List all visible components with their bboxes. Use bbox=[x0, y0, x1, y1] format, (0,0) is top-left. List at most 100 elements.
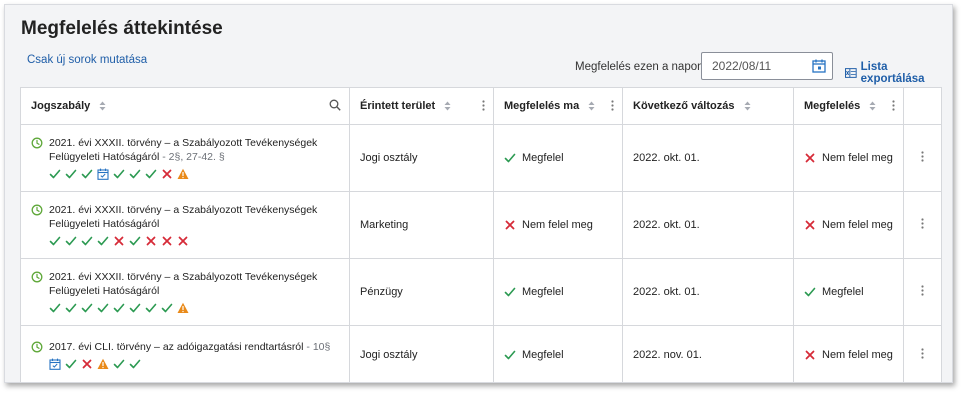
status-history bbox=[49, 168, 339, 180]
cross-icon bbox=[805, 153, 815, 163]
date-input[interactable] bbox=[712, 59, 802, 73]
date-filter-field[interactable] bbox=[701, 52, 833, 80]
search-icon[interactable] bbox=[329, 99, 341, 111]
row-menu-icon[interactable] bbox=[921, 151, 924, 162]
check-icon bbox=[97, 236, 109, 246]
row-menu-icon[interactable] bbox=[921, 348, 924, 359]
calendar-icon[interactable] bbox=[812, 59, 826, 73]
check-icon bbox=[504, 350, 516, 360]
cross-icon bbox=[162, 169, 172, 179]
compliance-today-cell: Megfelel bbox=[493, 124, 623, 192]
table-row[interactable]: 2021. évi XXXII. törvény – a Szabályozot… bbox=[20, 191, 942, 259]
check-icon bbox=[65, 359, 77, 369]
column-header-compliance[interactable]: Megfelelés bbox=[793, 87, 904, 125]
status-history bbox=[49, 302, 339, 314]
law-title[interactable]: 2017. évi CLI. törvény – az adóigazgatás… bbox=[49, 341, 303, 353]
clock-icon bbox=[31, 271, 43, 283]
check-icon bbox=[49, 169, 61, 179]
compliance-status: Nem felel meg bbox=[804, 219, 893, 231]
sort-icon[interactable] bbox=[869, 101, 876, 111]
calendar-icon bbox=[49, 358, 61, 370]
sort-icon[interactable] bbox=[744, 101, 751, 111]
compliance-today-cell: Megfelel bbox=[493, 258, 623, 326]
law-cell: 2021. évi XXXII. törvény – a Szabályozot… bbox=[20, 258, 350, 326]
compliance-status-label: Megfelel bbox=[522, 349, 564, 361]
compliance-today-cell: Nem felel meg bbox=[493, 191, 623, 259]
date-filter-label: Megfelelés ezen a napon: bbox=[575, 61, 707, 73]
column-menu-icon[interactable] bbox=[892, 100, 895, 111]
check-icon bbox=[129, 236, 141, 246]
check-icon bbox=[129, 359, 141, 369]
compliance-cell: Nem felel meg bbox=[793, 124, 904, 192]
check-icon bbox=[161, 303, 173, 313]
cross-icon bbox=[805, 350, 815, 360]
cross-icon bbox=[805, 220, 815, 230]
check-icon bbox=[49, 303, 61, 313]
row-menu-icon[interactable] bbox=[921, 218, 924, 229]
check-icon bbox=[129, 303, 141, 313]
check-icon bbox=[65, 169, 77, 179]
table-row[interactable]: 2021. évi XXXII. törvény – a Szabályozot… bbox=[20, 258, 942, 326]
column-menu-icon[interactable] bbox=[482, 100, 485, 111]
area-cell: Pénzügy bbox=[349, 258, 494, 326]
check-icon bbox=[81, 236, 93, 246]
table-row[interactable]: 2021. évi XXXII. törvény – a Szabályozot… bbox=[20, 124, 942, 192]
clock-icon bbox=[31, 204, 43, 216]
compliance-status-label: Nem felel meg bbox=[822, 219, 893, 231]
column-header-area[interactable]: Érintett terület bbox=[349, 87, 494, 125]
compliance-table: Jogszabály Érintett terület Megfelelés m… bbox=[20, 87, 942, 382]
check-icon bbox=[129, 169, 141, 179]
next-change-cell: 2022. okt. 01. bbox=[622, 258, 794, 326]
check-icon bbox=[49, 236, 61, 246]
column-header-next-change[interactable]: Következő változás bbox=[622, 87, 794, 125]
compliance-status: Megfelel bbox=[804, 286, 893, 298]
check-icon bbox=[65, 303, 77, 313]
compliance-status-label: Megfelel bbox=[822, 286, 864, 298]
law-section: - 10§ bbox=[303, 341, 331, 353]
row-menu-icon[interactable] bbox=[921, 285, 924, 296]
table-row[interactable]: 2017. évi CLI. törvény – az adóigazgatás… bbox=[20, 325, 942, 382]
check-icon bbox=[81, 169, 93, 179]
compliance-status: Nem felel meg bbox=[804, 152, 893, 164]
check-icon bbox=[504, 287, 516, 297]
sort-icon[interactable] bbox=[588, 101, 595, 111]
column-header-compliance-today[interactable]: Megfelelés ma bbox=[493, 87, 623, 125]
compliance-status-label: Nem felel meg bbox=[822, 349, 893, 361]
check-icon bbox=[804, 287, 816, 297]
next-change-cell: 2022. okt. 01. bbox=[622, 124, 794, 192]
row-actions-cell bbox=[903, 325, 942, 382]
status-history bbox=[49, 235, 339, 247]
compliance-cell: Nem felel meg bbox=[793, 325, 904, 382]
show-only-new-rows-link[interactable]: Csak új sorok mutatása bbox=[27, 54, 147, 66]
warning-icon bbox=[177, 168, 189, 179]
compliance-status: Megfelel bbox=[504, 286, 612, 298]
cross-icon bbox=[162, 236, 172, 246]
export-list-label: Lista exportálása bbox=[860, 61, 925, 85]
compliance-cell: Megfelel bbox=[793, 258, 904, 326]
sort-icon[interactable] bbox=[99, 101, 106, 111]
column-menu-icon[interactable] bbox=[611, 100, 614, 111]
calendar-icon bbox=[97, 168, 109, 180]
area-cell: Jogi osztály bbox=[349, 124, 494, 192]
column-header-law[interactable]: Jogszabály bbox=[20, 87, 350, 125]
cross-icon bbox=[146, 236, 156, 246]
clock-icon bbox=[31, 137, 43, 149]
check-icon bbox=[145, 169, 157, 179]
compliance-status-label: Megfelel bbox=[522, 152, 564, 164]
law-cell: 2021. évi XXXII. törvény – a Szabályozot… bbox=[20, 124, 350, 192]
cross-icon bbox=[178, 236, 188, 246]
law-cell: 2017. évi CLI. törvény – az adóigazgatás… bbox=[20, 325, 350, 382]
compliance-status-label: Nem felel meg bbox=[522, 219, 593, 231]
law-title[interactable]: 2021. évi XXXII. törvény – a Szabályozot… bbox=[49, 271, 317, 297]
column-header-actions bbox=[903, 87, 942, 125]
compliance-today-cell: Megfelel bbox=[493, 325, 623, 382]
table-header-row: Jogszabály Érintett terület Megfelelés m… bbox=[20, 87, 942, 125]
law-title[interactable]: 2021. évi XXXII. törvény – a Szabályozot… bbox=[49, 204, 317, 230]
export-list-button[interactable]: Lista exportálása bbox=[845, 61, 952, 85]
sort-icon[interactable] bbox=[444, 101, 451, 111]
check-icon bbox=[81, 303, 93, 313]
law-section: - 2§, 27-42. § bbox=[159, 151, 225, 163]
clock-icon bbox=[31, 341, 43, 353]
check-icon bbox=[504, 153, 516, 163]
check-icon bbox=[113, 303, 125, 313]
